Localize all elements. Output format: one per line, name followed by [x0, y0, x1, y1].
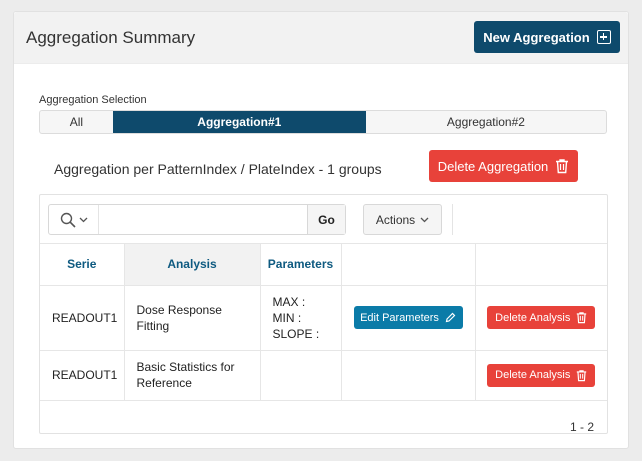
- column-header-serie[interactable]: Serie: [40, 244, 125, 286]
- parameters-cell: MAX : MIN : SLOPE :: [260, 285, 342, 351]
- search-icon: [60, 212, 76, 228]
- delete-analysis-label: Delete Analysis: [495, 311, 571, 324]
- search-bar: Go: [48, 204, 346, 235]
- delete-aggregation-button[interactable]: Delete Aggregation: [429, 150, 578, 182]
- delete-cell: Delete Analysis: [475, 350, 607, 401]
- new-aggregation-button[interactable]: New Aggregation: [474, 21, 620, 53]
- delete-cell: Delete Analysis: [475, 285, 607, 351]
- column-header-parameters[interactable]: Parameters: [260, 244, 342, 286]
- edit-cell: Edit Parameters: [341, 285, 476, 351]
- delete-analysis-button[interactable]: Delete Analysis: [487, 363, 596, 387]
- new-aggregation-label: New Aggregation: [483, 29, 590, 45]
- delete-analysis-label: Delete Analysis: [495, 369, 571, 381]
- serie-cell: READOUT1: [40, 350, 125, 401]
- delete-analysis-button[interactable]: Delete Analysis: [487, 306, 596, 329]
- column-header-delete: [475, 244, 607, 286]
- parameter-max: MAX :: [272, 294, 306, 309]
- table-row: READOUT1 Dose Response Fitting MAX : MIN…: [40, 285, 607, 351]
- aggregation-summary-card: Aggregation Summary New Aggregation Aggr…: [13, 11, 629, 449]
- delete-aggregation-label: Delete Aggregation: [437, 158, 549, 174]
- card-header: Aggregation Summary New Aggregation: [14, 12, 628, 64]
- analysis-cell: Dose Response Fitting: [124, 285, 261, 351]
- analysis-cell: Basic Statistics for Reference: [124, 350, 261, 401]
- actions-menu-button[interactable]: Actions: [363, 204, 442, 235]
- actions-label: Actions: [375, 212, 416, 227]
- search-input[interactable]: [99, 205, 307, 234]
- edit-cell: [341, 350, 476, 401]
- aggregation-heading: Aggregation per PatternIndex / PlateInde…: [54, 161, 382, 177]
- parameters-cell: [260, 350, 342, 401]
- toolbar-divider: [452, 204, 453, 235]
- pencil-icon: [445, 312, 456, 323]
- column-header-analysis[interactable]: Analysis: [124, 244, 261, 286]
- go-button[interactable]: Go: [307, 205, 345, 234]
- table-row: READOUT1 Basic Statistics for Reference …: [40, 350, 607, 401]
- page-title: Aggregation Summary: [26, 28, 196, 47]
- trash-icon: [555, 158, 569, 174]
- aggregation-option-2[interactable]: Aggregation#2: [366, 111, 606, 133]
- chevron-down-icon: [420, 217, 429, 223]
- report-toolbar: Go Actions: [40, 195, 607, 244]
- serie-cell: READOUT1: [40, 285, 125, 351]
- chevron-down-icon: [79, 217, 88, 223]
- plus-square-icon: [596, 30, 611, 44]
- pagination-info: 1 - 2: [569, 420, 594, 434]
- analysis-report: Go Actions Serie Analysis Parameters REA…: [39, 194, 608, 434]
- aggregation-option-all[interactable]: All: [40, 111, 113, 133]
- trash-icon: [576, 369, 587, 382]
- trash-icon: [576, 311, 587, 324]
- aggregation-option-1[interactable]: Aggregation#1: [112, 111, 366, 133]
- parameter-slope: SLOPE :: [272, 326, 320, 341]
- column-header-edit: [341, 244, 476, 286]
- search-column-selector[interactable]: [49, 205, 99, 234]
- edit-parameters-button[interactable]: Edit Parameters: [353, 306, 463, 329]
- aggregation-selector: All Aggregation#1 Aggregation#2: [39, 110, 607, 134]
- edit-parameters-label: Edit Parameters: [360, 311, 439, 324]
- analysis-table: Serie Analysis Parameters READOUT1 Dose …: [40, 244, 607, 401]
- aggregation-selection-label: Aggregation Selection: [39, 94, 147, 106]
- parameter-min: MIN :: [272, 310, 302, 325]
